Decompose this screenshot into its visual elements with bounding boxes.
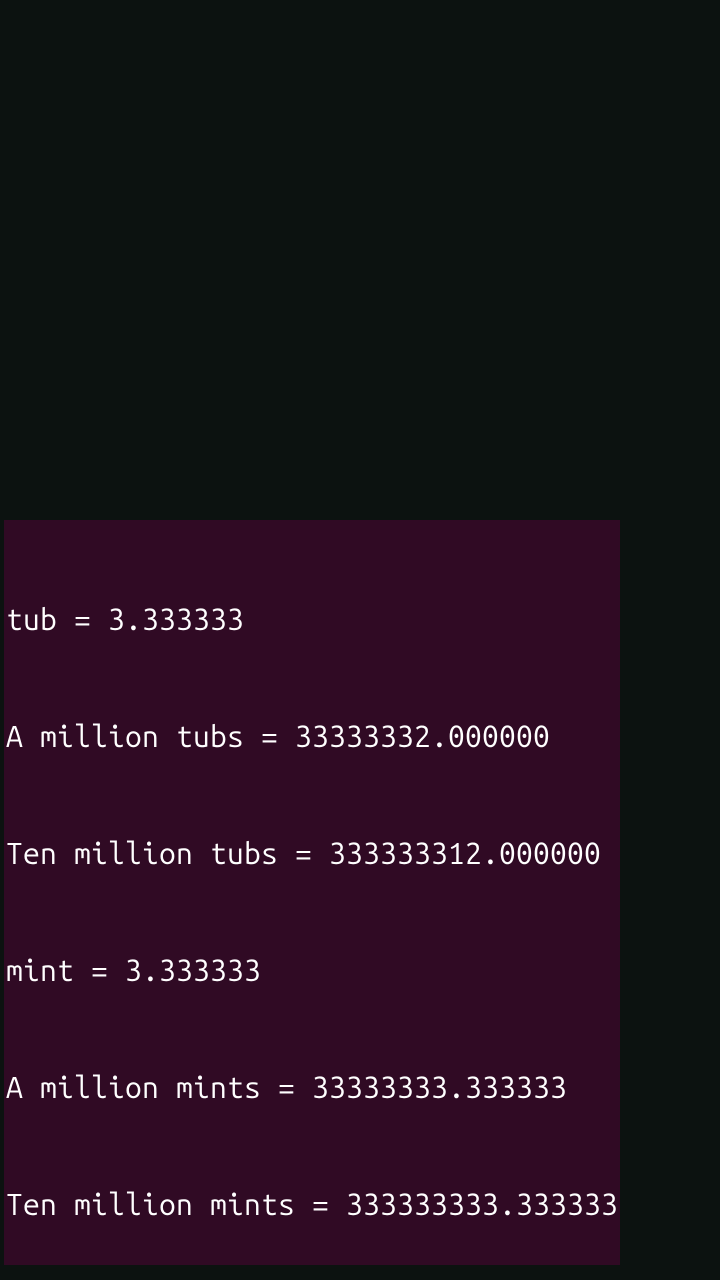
terminal-line: mint = 3.333333	[6, 951, 618, 990]
terminal-line: Ten million tubs = 333333312.000000	[6, 834, 618, 873]
terminal-output-block: tub = 3.333333 A million tubs = 33333332…	[4, 520, 620, 1265]
terminal-line: tub = 3.333333	[6, 600, 618, 639]
terminal-line: Ten million mints = 333333333.333333	[6, 1185, 618, 1224]
terminal-line: A million tubs = 33333332.000000	[6, 717, 618, 756]
terminal-line: A million mints = 33333333.333333	[6, 1068, 618, 1107]
